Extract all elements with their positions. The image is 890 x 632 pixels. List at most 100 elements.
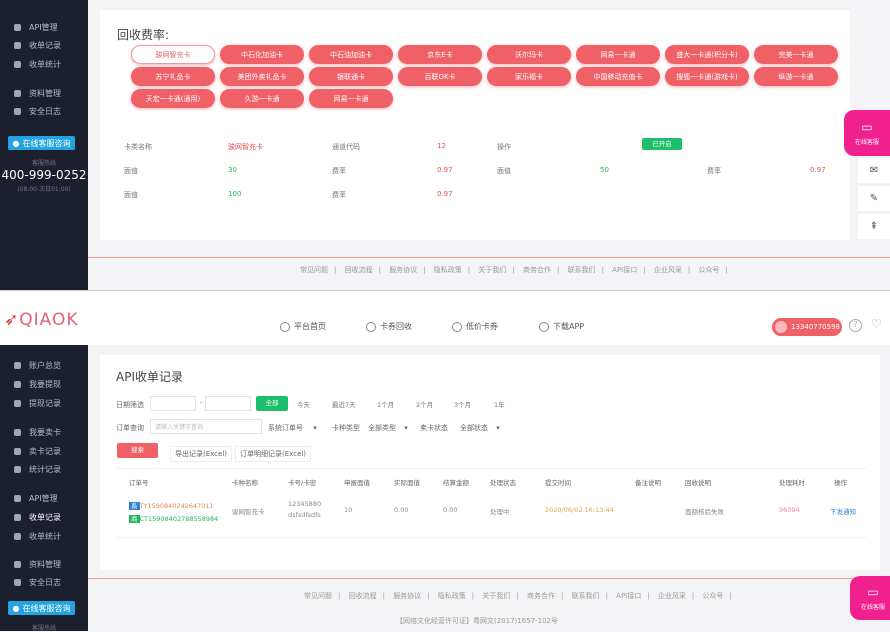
nav-download-app[interactable]: 下载APP xyxy=(539,321,584,332)
merchant-order-number[interactable]: 商 CT15908402788558984 xyxy=(129,513,218,523)
rate-card-button[interactable]: 中石化加油卡 xyxy=(220,45,304,64)
rate-card-button[interactable]: 沃尔玛卡 xyxy=(487,45,571,64)
status-select[interactable]: 全部状态 ▾ xyxy=(460,423,500,433)
sidebar-item-security[interactable]: 安全日志 xyxy=(14,106,61,117)
sidebar-item[interactable]: 资料管理 xyxy=(14,559,61,570)
footer-link[interactable]: 关于我们 xyxy=(482,592,510,600)
start-date-input[interactable] xyxy=(150,396,196,411)
recycle-icon xyxy=(366,321,376,332)
sidebar-item-profile[interactable]: 资料管理 xyxy=(14,88,61,99)
order-number[interactable]: 系 TY1590840242647011 xyxy=(129,500,214,510)
export-records-button[interactable]: 导出记录(Excel) xyxy=(170,446,233,462)
footer-link[interactable]: 隐私政策 xyxy=(434,266,462,274)
edit-icon[interactable]: ✎ xyxy=(858,186,890,211)
export-details-button[interactable]: 订单明细记录(Excel) xyxy=(235,446,312,462)
nav-recycle[interactable]: 卡券回收 xyxy=(366,321,412,332)
heart-icon[interactable]: ♡ xyxy=(871,317,882,331)
send-notify-link[interactable]: 下发通知 xyxy=(830,506,856,516)
footer-link[interactable]: 企业风采 xyxy=(658,592,686,600)
consult-button[interactable]: ● 在线客服咨询 xyxy=(8,601,75,615)
rate-card-button[interactable]: 纵游一卡通 xyxy=(754,67,838,86)
back-to-top-icon[interactable]: ⇞ xyxy=(858,214,890,239)
face-value: 30 xyxy=(228,166,237,174)
wechat-icon[interactable]: ✉ xyxy=(858,158,890,183)
footer-link[interactable]: 联系我们 xyxy=(572,592,600,600)
help-icon[interactable]: ? xyxy=(849,319,862,332)
footer-link[interactable]: 联系我们 xyxy=(568,266,596,274)
date-range-3[interactable]: 1个月 xyxy=(377,399,394,409)
column-header: 订单号 xyxy=(129,479,149,487)
footer-link[interactable]: 常见问题 xyxy=(304,592,332,600)
user-menu[interactable]: 13340770598 xyxy=(772,318,842,336)
sidebar-item[interactable]: 我要提现 xyxy=(14,379,61,390)
rate-card-button[interactable]: 中石油加油卡 xyxy=(309,45,393,64)
date-range-4[interactable]: 2个月 xyxy=(416,399,433,409)
date-range-1[interactable]: 今天 xyxy=(297,399,310,409)
footer-link[interactable]: API接口 xyxy=(616,592,641,600)
settlement-amount: 0.00 xyxy=(443,506,458,514)
rate-card-button[interactable]: 骏网智充卡 xyxy=(131,45,215,64)
footer-link[interactable]: 隐私政策 xyxy=(438,592,466,600)
rate-card-button[interactable]: 美团外卖礼品卡 xyxy=(220,67,304,86)
online-service-button[interactable]: ▭ 在线客服 xyxy=(844,110,890,156)
footer-link[interactable]: 服务协议 xyxy=(393,592,421,600)
card-type-select[interactable]: 全部类型 ▾ xyxy=(368,423,408,433)
sidebar-item-api[interactable]: API管理 xyxy=(14,22,58,33)
footer-link[interactable]: 回收流程 xyxy=(349,592,377,600)
online-service-button[interactable]: ▭ 在线客服 xyxy=(850,576,890,620)
rate-card-button[interactable]: 盛大一卡通(积分卡) xyxy=(665,45,749,64)
rate-card-button[interactable]: 银联通卡 xyxy=(309,67,393,86)
logo[interactable]: ➶QIAOK xyxy=(4,310,79,330)
footer-link[interactable]: 常见问题 xyxy=(300,266,328,274)
sidebar: API管理 收单记录 收单统计 资料管理 安全日志 ● 在线客服咨询 客服热线 4… xyxy=(0,0,88,290)
date-range-0[interactable]: 全部 xyxy=(256,396,288,411)
footer-link[interactable]: 服务协议 xyxy=(389,266,417,274)
nav-home[interactable]: 平台首页 xyxy=(280,321,326,332)
duration: 96094 xyxy=(779,506,800,514)
order-type-select[interactable]: 系统订单号 ▾ xyxy=(268,423,317,433)
footer-link[interactable]: 企业风采 xyxy=(654,266,682,274)
rate-card-button[interactable]: 天宏一卡通(通用) xyxy=(131,89,215,108)
date-range-2[interactable]: 最近7天 xyxy=(332,399,356,409)
footer-link[interactable]: 关于我们 xyxy=(478,266,506,274)
sidebar-item-orders[interactable]: 收单记录 xyxy=(14,40,61,51)
sidebar-item[interactable]: 卖卡记录 xyxy=(14,446,61,457)
rate-card-button[interactable]: 家乐福卡 xyxy=(487,67,571,86)
sidebar-item[interactable]: 账户总览 xyxy=(14,360,61,371)
footer-link[interactable]: 公众号 xyxy=(702,592,723,600)
rate-card-button[interactable]: 网易一卡通 xyxy=(576,45,660,64)
footer-link[interactable]: 公众号 xyxy=(698,266,719,274)
nav-cheap-cards[interactable]: 低价卡券 xyxy=(452,321,498,332)
sidebar-item[interactable]: 安全日志 xyxy=(14,577,61,588)
rate-card-button[interactable]: 苏宁礼品卡 xyxy=(131,67,215,86)
consult-button[interactable]: ● 在线客服咨询 xyxy=(8,136,75,150)
sidebar-item[interactable]: API管理 xyxy=(14,493,58,504)
rate-card-button[interactable]: 网易一卡通 xyxy=(309,89,393,108)
rate-card-button[interactable]: 中国移动充值卡 xyxy=(576,67,660,86)
search-button[interactable]: 搜索 xyxy=(117,443,158,458)
footer-link[interactable]: 商务合作 xyxy=(523,266,551,274)
footer-link[interactable]: 回收流程 xyxy=(345,266,373,274)
column-header: 备注说明 xyxy=(635,479,661,487)
rate-card-button[interactable]: 京东E卡 xyxy=(398,45,482,64)
rate-card-button[interactable]: 完美一卡通 xyxy=(754,45,838,64)
rate-card-button[interactable]: 搜狐一卡通(游戏卡) xyxy=(665,67,749,86)
sidebar-item[interactable]: 收单记录 xyxy=(14,512,61,523)
sidebar-item-stats[interactable]: 收单统计 xyxy=(14,59,61,70)
footer-link[interactable]: API接口 xyxy=(612,266,637,274)
rate-card-button[interactable]: 百联OK卡 xyxy=(398,67,482,86)
sidebar-item[interactable]: 统计记录 xyxy=(14,464,61,475)
rate-card-button[interactable]: 久游一卡通 xyxy=(220,89,304,108)
footer-link[interactable]: 商务合作 xyxy=(527,592,555,600)
footer-links: 常见问题 | 回收流程 | 服务协议 | 隐私政策 | 关于我们 | 商务合作 | 联系我们… xyxy=(304,591,738,601)
card-icon xyxy=(452,321,462,332)
separator: | xyxy=(687,266,693,274)
sidebar-item[interactable]: 我要卖卡 xyxy=(14,427,61,438)
date-range-6[interactable]: 1年 xyxy=(494,399,505,409)
sidebar-item[interactable]: 收单统计 xyxy=(14,531,61,542)
sidebar-item[interactable]: 提现记录 xyxy=(14,398,61,409)
date-range-5[interactable]: 3个月 xyxy=(454,399,471,409)
enabled-button[interactable]: 已开启 xyxy=(642,138,682,150)
end-date-input[interactable] xyxy=(205,396,251,411)
search-input[interactable]: 请输入关键字查询 xyxy=(150,419,262,434)
